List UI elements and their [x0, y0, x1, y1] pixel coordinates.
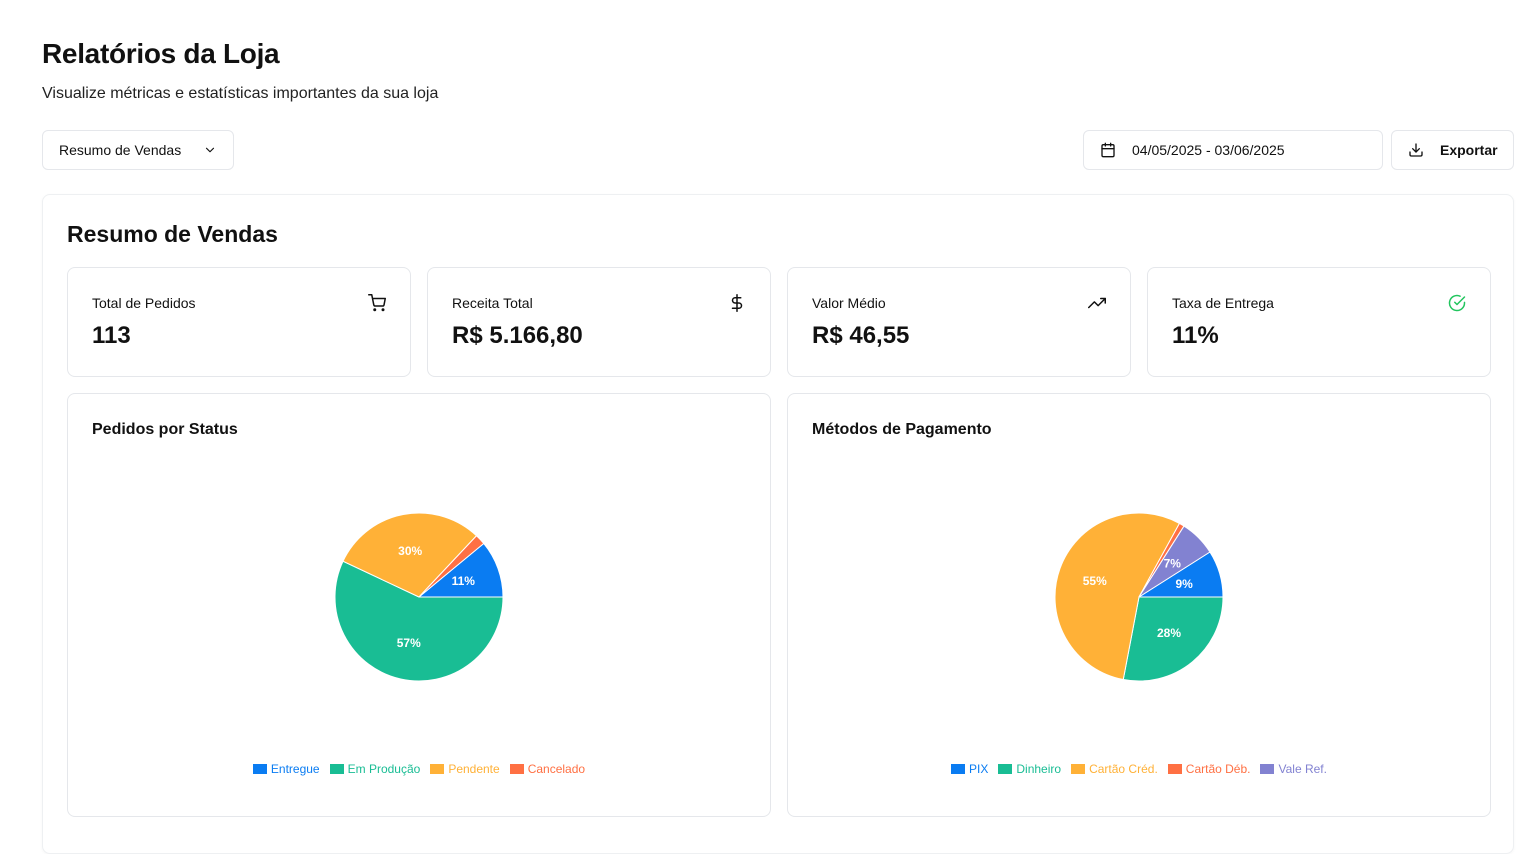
legend-item[interactable]: PIX — [951, 762, 988, 776]
pie-data-label: 57% — [397, 636, 421, 650]
stat-label: Receita Total — [452, 295, 533, 311]
legend-label: Cartão Déb. — [1185, 762, 1251, 776]
stat-label: Taxa de Entrega — [1172, 295, 1274, 311]
legend-item[interactable]: Cancelado — [509, 762, 586, 776]
stat-card-delivery-rate: Taxa de Entrega 11% — [1147, 267, 1491, 377]
report-type-select[interactable]: Resumo de Vendas — [42, 130, 234, 170]
legend-swatch — [252, 764, 267, 774]
legend-label: Em Produção — [347, 762, 421, 776]
legend-item[interactable]: Pendente — [430, 762, 500, 776]
legend-label: PIX — [969, 762, 989, 776]
legend-label: Cartão Créd. — [1089, 762, 1158, 776]
chart-card-payment-methods: Métodos de Pagamento 9% 28% 55% 7% PIX Dinhe… — [787, 393, 1491, 817]
chart-legend: PIX Dinheiro Cartão Créd. Cartão Déb. Vale R… — [788, 762, 1490, 776]
legend-label: Pendente — [448, 762, 500, 776]
legend-item[interactable]: Entregue — [252, 762, 320, 776]
chart-card-orders-by-status: Pedidos por Status 11% 57% 30% Entregue Em … — [67, 393, 771, 817]
dollar-icon — [728, 294, 746, 312]
stat-card-total-revenue: Receita Total R$ 5.166,80 — [427, 267, 771, 377]
legend-swatch — [509, 764, 524, 774]
export-label: Exportar — [1440, 142, 1498, 158]
legend-swatch — [430, 764, 445, 774]
legend-label: Entregue — [270, 762, 320, 776]
page-subtitle: Visualize métricas e estatísticas import… — [42, 85, 439, 102]
panel-title: Resumo de Vendas — [67, 221, 278, 247]
pie-data-label: 30% — [398, 544, 422, 558]
export-button[interactable]: Exportar — [1391, 130, 1514, 170]
page-title: Relatórios da Loja — [42, 38, 280, 69]
pie-chart-orders-by-status: 11% 57% 30% — [334, 512, 504, 682]
stat-value: 113 — [92, 322, 131, 349]
pie-data-label: 28% — [1157, 626, 1181, 640]
chart-legend: Entregue Em Produção Pendente Cancelado — [68, 762, 770, 776]
date-range-picker[interactable]: 04/05/2025 - 03/06/2025 — [1083, 130, 1383, 170]
check-circle-icon — [1448, 294, 1466, 312]
stat-label: Total de Pedidos — [92, 295, 196, 311]
pie-data-label: 9% — [1176, 577, 1194, 591]
report-type-label: Resumo de Vendas — [59, 142, 182, 158]
stat-card-average-value: Valor Médio R$ 46,55 — [787, 267, 1131, 377]
legend-swatch — [329, 764, 344, 774]
stat-value: R$ 46,55 — [812, 322, 910, 349]
legend-swatch — [951, 764, 966, 774]
download-icon — [1408, 142, 1424, 158]
legend-item[interactable]: Cartão Créd. — [1071, 762, 1158, 776]
legend-swatch — [1071, 764, 1086, 774]
legend-item[interactable]: Em Produção — [329, 762, 421, 776]
pie-data-label: 55% — [1083, 574, 1107, 588]
legend-swatch — [998, 764, 1013, 774]
stat-card-total-orders: Total de Pedidos 113 — [67, 267, 411, 377]
pie-data-label: 11% — [452, 574, 476, 588]
legend-label: Dinheiro — [1016, 762, 1062, 776]
chevron-down-icon — [203, 143, 217, 157]
legend-label: Vale Ref. — [1278, 762, 1327, 776]
legend-swatch — [1260, 764, 1275, 774]
pie-chart-payment-methods: 9% 28% 55% 7% — [1054, 512, 1224, 682]
stat-value: R$ 5.166,80 — [452, 322, 583, 349]
date-range-label: 04/05/2025 - 03/06/2025 — [1132, 142, 1285, 158]
cart-icon — [368, 294, 386, 312]
legend-item[interactable]: Dinheiro — [998, 762, 1061, 776]
legend-item[interactable]: Cartão Déb. — [1167, 762, 1251, 776]
legend-label: Cancelado — [527, 762, 586, 776]
legend-item[interactable]: Vale Ref. — [1260, 762, 1327, 776]
stat-label: Valor Médio — [812, 295, 886, 311]
report-panel: Resumo de Vendas Total de Pedidos 113 Re… — [42, 194, 1514, 854]
calendar-icon — [1100, 142, 1116, 158]
pie-data-label: 7% — [1164, 557, 1182, 571]
stat-value: 11% — [1172, 322, 1219, 349]
trending-up-icon — [1088, 294, 1106, 312]
legend-swatch — [1167, 764, 1182, 774]
